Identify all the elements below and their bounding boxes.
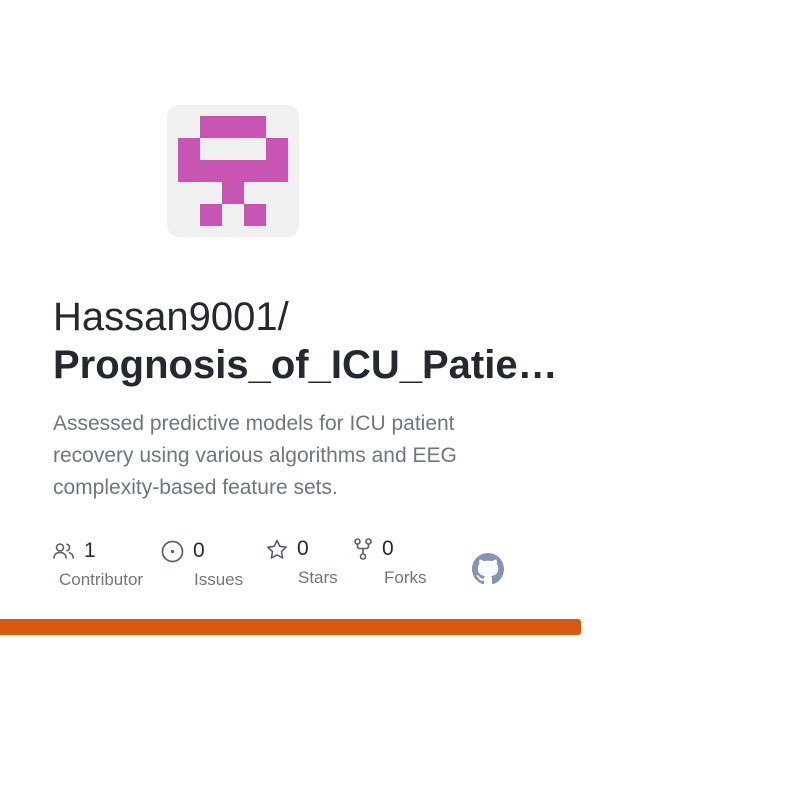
- repo-forked-icon: [353, 538, 373, 560]
- issue-opened-icon: [161, 540, 184, 563]
- forks-label: Forks: [384, 568, 427, 587]
- stat-contributors[interactable]: 1 Contributor: [53, 536, 143, 590]
- issues-label: Issues: [194, 570, 244, 589]
- stat-stars[interactable]: 0 Stars: [266, 534, 338, 588]
- github-mark-icon[interactable]: [472, 553, 504, 590]
- stat-issues[interactable]: 0 Issues: [161, 536, 243, 590]
- stars-count: 0: [297, 537, 309, 560]
- stat-forks[interactable]: 0 Forks: [353, 534, 427, 588]
- contributor-label: Contributor: [59, 570, 144, 589]
- people-icon: [53, 542, 75, 560]
- repo-name[interactable]: Prognosis_of_ICU_Patients_using_EEG: [53, 340, 558, 390]
- language-color-bar: [0, 619, 581, 635]
- forks-count: 0: [382, 537, 394, 560]
- contributor-count: 1: [84, 539, 96, 562]
- identicon-image: [178, 116, 288, 226]
- stars-label: Stars: [298, 568, 338, 587]
- star-icon: [266, 539, 288, 560]
- repo-owner[interactable]: Hassan9001/: [53, 292, 289, 342]
- issues-count: 0: [193, 539, 205, 562]
- identicon-pattern: [178, 116, 288, 226]
- repo-description: Assessed predictive models for ICU patie…: [53, 412, 457, 499]
- repo-owner-avatar: [167, 105, 299, 237]
